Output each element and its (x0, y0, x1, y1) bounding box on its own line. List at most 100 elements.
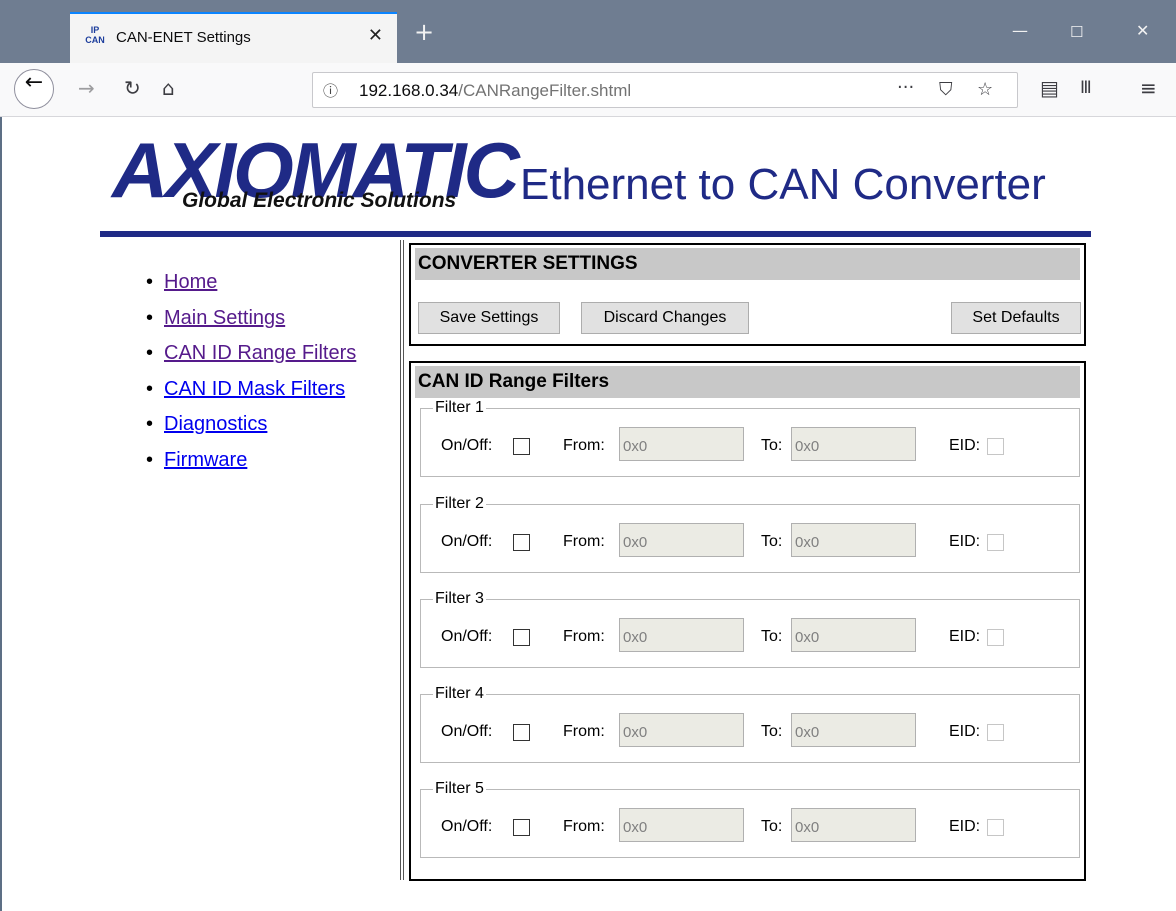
from-label: From: (563, 437, 605, 454)
filter-5-legend: Filter 5 (435, 780, 484, 797)
from-label: From: (563, 533, 605, 550)
filter-4-legend: Filter 4 (435, 685, 484, 702)
header-divider (100, 231, 1091, 237)
sidebar-nav: Home Main Settings CAN ID Range Filters … (146, 271, 356, 485)
favicon-icon: IP CAN (84, 25, 106, 47)
sidebar-divider (400, 240, 404, 880)
link-diagnostics[interactable]: Diagnostics (164, 413, 267, 435)
back-icon[interactable]: ← (14, 69, 54, 109)
url-bar[interactable]: ⓘ 192.168.0.34/CANRangeFilter.shtml ··· … (312, 72, 1018, 108)
window-close-icon[interactable]: ✕ (1136, 21, 1149, 40)
sidebar-icon[interactable]: ▤ (1040, 76, 1059, 100)
filter-3-group: Filter 3 On/Off: From: 0x0 To: 0x0 EID: (420, 590, 1080, 668)
filter-2-group: Filter 2 On/Off: From: 0x0 To: 0x0 EID: (420, 495, 1080, 573)
link-main-settings[interactable]: Main Settings (164, 307, 285, 329)
filter-1-from-input[interactable]: 0x0 (619, 427, 744, 461)
pocket-icon[interactable]: ⛉ (939, 79, 953, 100)
eid-label: EID: (949, 628, 981, 645)
eid-label: EID: (949, 818, 981, 835)
filter-5-from-input[interactable]: 0x0 (619, 808, 744, 842)
page-title: Ethernet to CAN Converter (520, 160, 1046, 209)
filter-4-to-input[interactable]: 0x0 (791, 713, 916, 747)
to-label: To: (761, 533, 783, 550)
filter-3-onoff-checkbox[interactable] (513, 629, 530, 646)
filter-2-legend: Filter 2 (435, 495, 484, 512)
sidebar-item-diagnostics: Diagnostics (146, 413, 356, 449)
close-tab-icon[interactable]: ✕ (368, 25, 383, 46)
reload-icon[interactable]: ↻ (124, 76, 141, 100)
sidebar-item-main-settings: Main Settings (146, 307, 356, 343)
sidebar-item-home: Home (146, 271, 356, 307)
url-path: /CANRangeFilter.shtml (458, 81, 632, 100)
browser-toolbar: ← → ↻ ⌂ ⓘ 192.168.0.34/CANRangeFilter.sh… (0, 63, 1176, 117)
filter-2-eid-checkbox[interactable] (987, 534, 1004, 551)
set-defaults-button[interactable]: Set Defaults (951, 302, 1081, 334)
to-label: To: (761, 628, 783, 645)
link-firmware[interactable]: Firmware (164, 449, 247, 471)
onoff-label: On/Off: (441, 437, 493, 454)
filter-1-to-input[interactable]: 0x0 (791, 427, 916, 461)
filter-4-group: Filter 4 On/Off: From: 0x0 To: 0x0 EID: (420, 685, 1080, 763)
onoff-label: On/Off: (441, 533, 493, 550)
from-label: From: (563, 723, 605, 740)
info-icon[interactable]: ⓘ (323, 80, 338, 101)
sidebar-item-range-filters: CAN ID Range Filters (146, 342, 356, 378)
more-icon[interactable]: ··· (897, 77, 914, 98)
home-icon[interactable]: ⌂ (162, 76, 175, 100)
menu-icon[interactable]: ≡ (1140, 76, 1157, 100)
filter-2-onoff-checkbox[interactable] (513, 534, 530, 551)
from-label: From: (563, 818, 605, 835)
favicon-top-text: IP (90, 25, 100, 35)
library-icon[interactable]: Ⅲ (1080, 78, 1092, 98)
filter-3-to-input[interactable]: 0x0 (791, 618, 916, 652)
filter-4-eid-checkbox[interactable] (987, 724, 1004, 741)
filter-2-to-input[interactable]: 0x0 (791, 523, 916, 557)
to-label: To: (761, 437, 783, 454)
converter-settings-heading: CONVERTER SETTINGS (415, 248, 1080, 280)
sidebar-item-firmware: Firmware (146, 449, 356, 485)
to-label: To: (761, 818, 783, 835)
sidebar-item-mask-filters: CAN ID Mask Filters (146, 378, 356, 414)
link-range-filters[interactable]: CAN ID Range Filters (164, 342, 356, 364)
filter-1-eid-checkbox[interactable] (987, 438, 1004, 455)
range-filters-heading: CAN ID Range Filters (415, 366, 1080, 398)
onoff-label: On/Off: (441, 628, 493, 645)
link-home[interactable]: Home (164, 271, 217, 293)
minimize-icon[interactable]: — (1012, 21, 1028, 40)
new-tab-icon[interactable]: + (414, 18, 434, 46)
eid-label: EID: (949, 533, 981, 550)
filter-1-group: Filter 1 On/Off: From: 0x0 To: 0x0 EID: (420, 399, 1080, 477)
filter-5-group: Filter 5 On/Off: From: 0x0 To: 0x0 EID: (420, 780, 1080, 858)
to-label: To: (761, 723, 783, 740)
axiomatic-logo: AXIOMATIC Global Electronic Solutions (102, 126, 520, 215)
forward-icon[interactable]: → (78, 76, 95, 100)
logo-tagline: Global Electronic Solutions (182, 189, 457, 212)
eid-label: EID: (949, 723, 981, 740)
filter-3-from-input[interactable]: 0x0 (619, 618, 744, 652)
filter-1-legend: Filter 1 (435, 399, 484, 416)
onoff-label: On/Off: (441, 723, 493, 740)
filter-4-onoff-checkbox[interactable] (513, 724, 530, 741)
filter-5-eid-checkbox[interactable] (987, 819, 1004, 836)
browser-tab[interactable]: IP CAN CAN-ENET Settings ✕ (70, 12, 397, 63)
bookmark-star-icon[interactable]: ☆ (977, 79, 993, 100)
maximize-icon[interactable]: ☐ (1070, 23, 1083, 41)
browser-titlebar: IP CAN CAN-ENET Settings ✕ + — ☐ ✕ (0, 0, 1176, 63)
filter-5-to-input[interactable]: 0x0 (791, 808, 916, 842)
save-settings-button[interactable]: Save Settings (418, 302, 560, 334)
window-left-border (0, 0, 2, 911)
url-host: 192.168.0.34 (359, 81, 459, 100)
filter-2-from-input[interactable]: 0x0 (619, 523, 744, 557)
onoff-label: On/Off: (441, 818, 493, 835)
filter-4-from-input[interactable]: 0x0 (619, 713, 744, 747)
link-mask-filters[interactable]: CAN ID Mask Filters (164, 378, 345, 400)
favicon-bottom-text: CAN (85, 35, 105, 45)
filter-5-onoff-checkbox[interactable] (513, 819, 530, 836)
discard-changes-button[interactable]: Discard Changes (581, 302, 749, 334)
url-text[interactable]: 192.168.0.34/CANRangeFilter.shtml (359, 81, 631, 101)
eid-label: EID: (949, 437, 981, 454)
from-label: From: (563, 628, 605, 645)
range-filters-panel: CAN ID Range Filters Filter 1 On/Off: Fr… (409, 361, 1086, 881)
filter-3-eid-checkbox[interactable] (987, 629, 1004, 646)
filter-1-onoff-checkbox[interactable] (513, 438, 530, 455)
